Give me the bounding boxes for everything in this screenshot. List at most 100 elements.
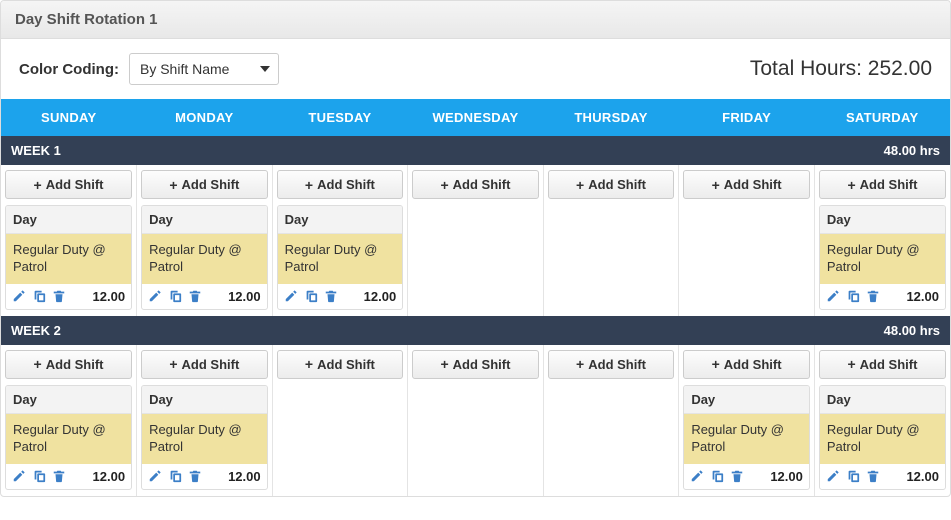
add-shift-button[interactable]: +Add Shift — [412, 350, 539, 379]
copy-icon[interactable] — [710, 469, 724, 483]
add-shift-button[interactable]: +Add Shift — [683, 170, 810, 199]
shift-card: DayRegular Duty @ Patrol12.00 — [5, 385, 132, 490]
shift-hours: 12.00 — [906, 289, 939, 304]
copy-icon[interactable] — [32, 469, 46, 483]
shift-hours: 12.00 — [93, 469, 126, 484]
add-shift-button[interactable]: +Add Shift — [277, 350, 404, 379]
shift-hours: 12.00 — [228, 289, 261, 304]
trash-icon[interactable] — [730, 469, 744, 483]
add-shift-button[interactable]: +Add Shift — [819, 350, 946, 379]
edit-icon[interactable] — [12, 469, 26, 483]
day-cell: +Add Shift — [543, 165, 679, 316]
add-shift-label: Add Shift — [588, 357, 646, 372]
shift-description: Regular Duty @ Patrol — [820, 234, 945, 284]
day-header: MONDAY — [137, 99, 273, 136]
plus-icon: + — [169, 357, 177, 371]
shift-name: Day — [142, 386, 267, 414]
day-header: THURSDAY — [543, 99, 679, 136]
shift-card: DayRegular Duty @ Patrol12.00 — [683, 385, 810, 490]
add-shift-button[interactable]: +Add Shift — [819, 170, 946, 199]
edit-icon[interactable] — [826, 289, 840, 303]
add-shift-label: Add Shift — [724, 357, 782, 372]
add-shift-label: Add Shift — [182, 177, 240, 192]
copy-icon[interactable] — [304, 289, 318, 303]
plus-icon: + — [305, 178, 313, 192]
add-shift-label: Add Shift — [317, 177, 375, 192]
copy-icon[interactable] — [32, 289, 46, 303]
total-hours-value: 252.00 — [868, 57, 932, 80]
copy-icon[interactable] — [168, 469, 182, 483]
add-shift-button[interactable]: + Add Shift — [5, 350, 132, 379]
trash-icon[interactable] — [52, 289, 66, 303]
week-row: WEEK 148.00 hrs — [1, 136, 950, 165]
add-shift-button[interactable]: +Add Shift — [141, 170, 268, 199]
copy-icon[interactable] — [846, 289, 860, 303]
edit-icon[interactable] — [148, 469, 162, 483]
day-header: WEDNESDAY — [408, 99, 544, 136]
edit-icon[interactable] — [148, 289, 162, 303]
add-shift-label: Add Shift — [46, 357, 104, 372]
day-cell: +Add ShiftDayRegular Duty @ Patrol12.00 — [814, 345, 950, 496]
day-cell: + Add Shift DayRegular Duty @ Patrol12.00 — [1, 345, 137, 496]
shift-name: Day — [820, 386, 945, 414]
edit-icon[interactable] — [826, 469, 840, 483]
panel-body: Color Coding: By Shift Name Total Hours:… — [1, 39, 950, 496]
shift-actions: 12.00 — [142, 464, 267, 489]
day-header: TUESDAY — [272, 99, 408, 136]
week-row: WEEK 248.00 hrs — [1, 316, 950, 345]
shift-hours: 12.00 — [93, 289, 126, 304]
day-cell: +Add Shift — [408, 165, 544, 316]
shift-name: Day — [142, 206, 267, 234]
trash-icon[interactable] — [866, 469, 880, 483]
total-hours-label: Total Hours: — [750, 57, 862, 80]
shift-hours: 12.00 — [228, 469, 261, 484]
shift-card: DayRegular Duty @ Patrol12.00 — [141, 385, 268, 490]
shift-hours: 12.00 — [906, 469, 939, 484]
shift-actions: 12.00 — [820, 464, 945, 489]
shift-actions: 12.00 — [6, 464, 131, 489]
trash-icon[interactable] — [188, 289, 202, 303]
day-header: SATURDAY — [814, 99, 950, 136]
shift-actions: 12.00 — [278, 284, 403, 309]
add-shift-button[interactable]: + Add Shift — [5, 170, 132, 199]
trash-icon[interactable] — [188, 469, 202, 483]
day-cell: +Add Shift — [679, 165, 815, 316]
add-shift-label: Add Shift — [46, 177, 104, 192]
add-shift-button[interactable]: +Add Shift — [683, 350, 810, 379]
shift-description: Regular Duty @ Patrol — [684, 414, 809, 464]
add-shift-label: Add Shift — [453, 177, 511, 192]
edit-icon[interactable] — [690, 469, 704, 483]
day-cell: +Add Shift — [272, 345, 408, 496]
shift-actions: 12.00 — [684, 464, 809, 489]
add-shift-button[interactable]: +Add Shift — [548, 170, 675, 199]
week-days-row: + Add Shift Day Regular Duty @ Patrol 12.00 +… — [1, 165, 950, 316]
trash-icon[interactable] — [52, 469, 66, 483]
add-shift-label: Add Shift — [588, 177, 646, 192]
add-shift-button[interactable]: +Add Shift — [141, 350, 268, 379]
controls-left: Color Coding: By Shift Name — [19, 53, 279, 85]
schedule-table: SUNDAYMONDAYTUESDAYWEDNESDAYTHURSDAYFRID… — [1, 99, 950, 496]
shift-name: Day — [6, 206, 131, 234]
trash-icon[interactable] — [324, 289, 338, 303]
day-cell: +Add ShiftDayRegular Duty @ Patrol12.00 — [1, 165, 137, 316]
add-shift-button[interactable]: + Add Shift — [277, 170, 404, 199]
shift-actions: 12.00 — [6, 284, 131, 309]
plus-icon: + — [34, 178, 42, 192]
add-shift-label: Add Shift — [724, 177, 782, 192]
shift-hours: 12.00 — [770, 469, 803, 484]
edit-icon[interactable] — [284, 289, 298, 303]
edit-icon[interactable] — [12, 289, 26, 303]
trash-icon[interactable] — [866, 289, 880, 303]
shift-name: Day — [6, 386, 131, 414]
color-coding-label: Color Coding: — [19, 61, 119, 78]
plus-icon: + — [34, 357, 42, 371]
copy-icon[interactable] — [168, 289, 182, 303]
copy-icon[interactable] — [846, 469, 860, 483]
day-cell: +Add ShiftDayRegular Duty @ Patrol12.00 — [137, 165, 273, 316]
color-coding-select[interactable]: By Shift Name — [129, 53, 279, 85]
add-shift-button[interactable]: +Add Shift — [412, 170, 539, 199]
day-cell: +Add Shift — [408, 345, 544, 496]
shift-actions: 12.00 — [820, 284, 945, 309]
add-shift-button[interactable]: +Add Shift — [548, 350, 675, 379]
rotation-panel: Day Shift Rotation 1 Color Coding: By Sh… — [0, 0, 951, 497]
